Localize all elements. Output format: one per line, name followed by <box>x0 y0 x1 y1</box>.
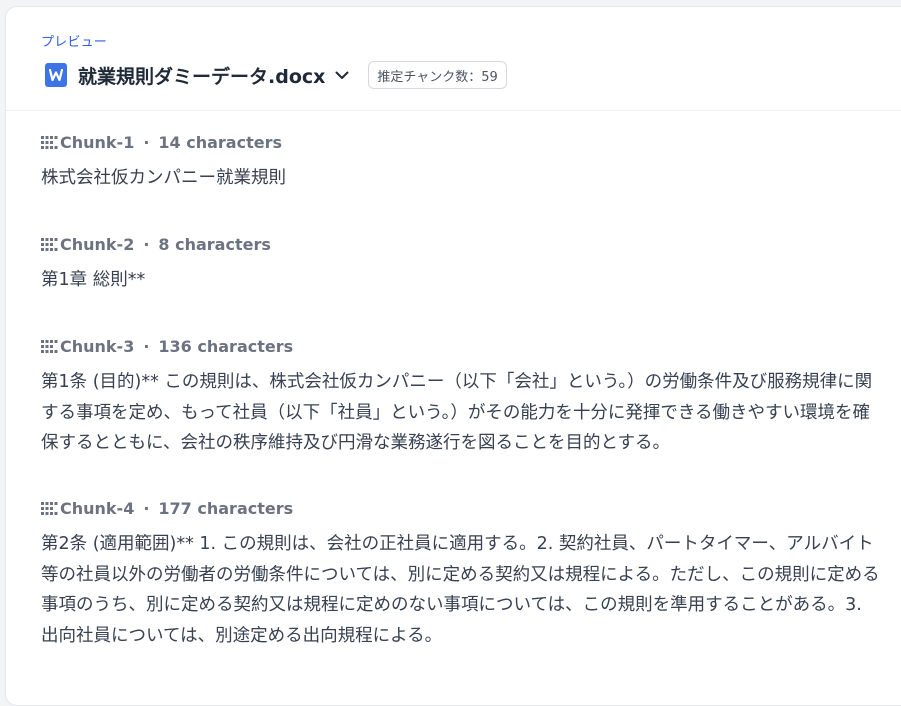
chunk-name: Chunk-2 <box>60 234 135 254</box>
chevron-down-icon[interactable] <box>334 67 350 83</box>
chunk-header: Chunk-2 · 8 characters <box>41 231 881 257</box>
chunk-text: 第2条 (適用範囲)** 1. この規則は、会社の正社員に適用する。2. 契約社… <box>41 534 880 646</box>
chunk-header: Chunk-3 · 136 characters <box>41 333 881 359</box>
chunk-name: Chunk-3 <box>60 336 135 356</box>
chunk-character-count: 8 characters <box>158 234 271 254</box>
chunk-header: Chunk-4 · 177 characters <box>41 495 881 521</box>
chunk-text: 第1章 総則** <box>41 270 146 290</box>
chunk-name: Chunk-1 <box>60 132 135 152</box>
word-document-icon <box>45 63 67 87</box>
preview-header: プレビュー 就業規則ダミーデータ.docx 推定チャンク数：59 <box>6 7 901 111</box>
chunk-item: Chunk-2 · 8 characters 第1章 総則** <box>41 231 881 333</box>
separator-dot: · <box>143 234 150 254</box>
chunk-character-count: 177 characters <box>158 498 294 518</box>
chunk-name: Chunk-4 <box>60 498 135 518</box>
document-selector[interactable]: 就業規則ダミーデータ.docx 推定チャンク数：59 <box>45 61 507 89</box>
document-name[interactable]: 就業規則ダミーデータ.docx <box>78 62 325 89</box>
chunk-character-count: 136 characters <box>158 336 294 356</box>
chunk-text: 第1条 (目的)** この規則は、株式会社仮カンパニー（以下「会社」という。）の… <box>41 372 873 453</box>
preview-panel: プレビュー 就業規則ダミーデータ.docx 推定チャンク数：59 Chunk-1… <box>5 6 901 706</box>
separator-dot: · <box>143 336 150 356</box>
chunk-item: Chunk-3 · 136 characters 第1条 (目的)** この規則… <box>41 333 881 495</box>
chunk-header: Chunk-1 · 14 characters <box>41 129 881 155</box>
separator-dot: · <box>143 498 150 518</box>
chunk-item: Chunk-4 · 177 characters 第2条 (適用範囲)** 1.… <box>41 495 881 651</box>
grid-dots-icon <box>41 237 58 251</box>
grid-dots-icon <box>41 339 58 353</box>
preview-label: プレビュー <box>41 35 108 50</box>
chunk-character-count: 14 characters <box>158 132 282 152</box>
chunk-count-badge: 推定チャンク数：59 <box>368 61 507 89</box>
grid-dots-icon <box>41 501 58 515</box>
chunk-text: 株式会社仮カンパニー就業規則 <box>41 168 286 188</box>
chunk-item: Chunk-1 · 14 characters 株式会社仮カンパニー就業規則 <box>41 129 881 231</box>
grid-dots-icon <box>41 135 58 149</box>
separator-dot: · <box>143 132 150 152</box>
chunk-list: Chunk-1 · 14 characters 株式会社仮カンパニー就業規則 C… <box>41 129 881 651</box>
